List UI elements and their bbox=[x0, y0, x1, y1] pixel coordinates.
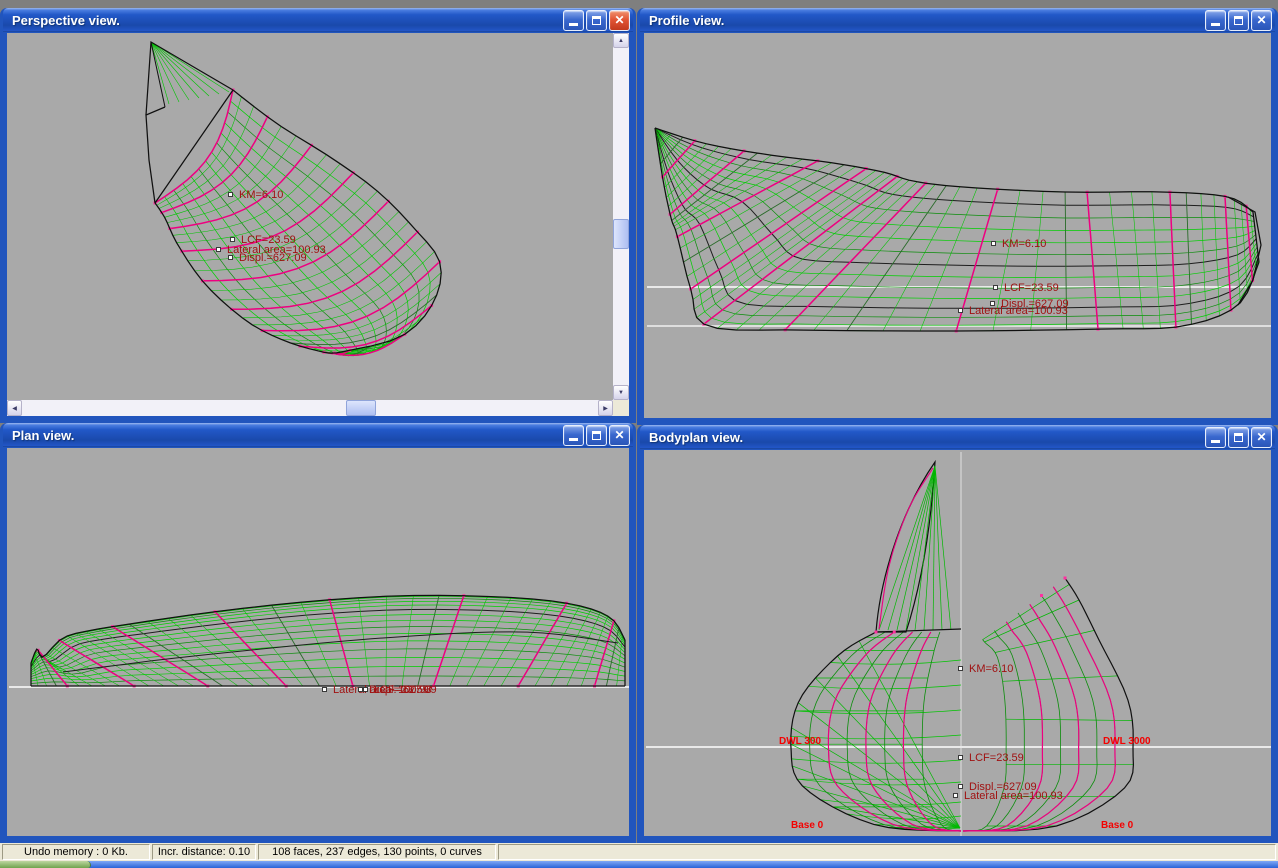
grid-label: Base 0 bbox=[791, 820, 823, 831]
annotation-label: Displ.=627.09 bbox=[239, 252, 307, 264]
annotation-label: LCF=23.59 bbox=[969, 752, 1024, 764]
vertical-scrollbar[interactable]: ▲ ▼ bbox=[613, 33, 629, 400]
annotation-label: KM=6.10 bbox=[1002, 238, 1046, 250]
profile-hull-drawing bbox=[644, 33, 1271, 418]
maximize-button[interactable] bbox=[1228, 427, 1249, 448]
window-title: Profile view. bbox=[649, 13, 1203, 28]
minimize-icon bbox=[1211, 23, 1220, 26]
close-button[interactable]: ✕ bbox=[609, 425, 630, 446]
maximize-icon bbox=[1234, 433, 1243, 442]
annotation-marker bbox=[322, 687, 327, 692]
annotation-label: LCF=23.59 bbox=[1004, 282, 1059, 294]
grid-label: DWL 3000 bbox=[1103, 736, 1151, 747]
status-model-stats: 108 faces, 237 edges, 130 points, 0 curv… bbox=[258, 844, 496, 860]
annotation-marker bbox=[958, 755, 963, 760]
minimize-icon bbox=[569, 23, 578, 26]
status-bar: Undo memory : 0 Kb. Incr. distance: 0.10… bbox=[0, 843, 1278, 861]
grid-label: DWL 300 bbox=[779, 736, 821, 747]
minimize-button[interactable] bbox=[563, 10, 584, 31]
window-bodyplan-view: Bodyplan view. ✕ KM=6.10LCF=23.59Displ.=… bbox=[637, 425, 1278, 843]
status-incr-distance: Incr. distance: 0.10 bbox=[152, 844, 256, 860]
annotation-marker bbox=[958, 308, 963, 313]
maximize-icon bbox=[592, 431, 601, 440]
close-button[interactable]: ✕ bbox=[1251, 10, 1272, 31]
maximize-icon bbox=[592, 16, 601, 25]
minimize-button[interactable] bbox=[563, 425, 584, 446]
window-plan-view: Plan view. ✕ Lateral area=100.93Displ.=6… bbox=[0, 423, 636, 843]
titlebar-bodyplan[interactable]: Bodyplan view. ✕ bbox=[640, 425, 1275, 449]
annotation-marker bbox=[958, 666, 963, 671]
window-title: Plan view. bbox=[12, 428, 561, 443]
titlebar-profile[interactable]: Profile view. ✕ bbox=[640, 8, 1275, 32]
titlebar-perspective[interactable]: Perspective view. ✕ bbox=[3, 8, 633, 32]
annotation-label: Lateral area=100.93 bbox=[969, 305, 1068, 317]
profile-canvas[interactable]: KM=6.10LCF=23.59Displ.=627.09Lateral are… bbox=[644, 33, 1271, 418]
start-button-fragment[interactable] bbox=[0, 861, 91, 868]
window-title: Perspective view. bbox=[12, 13, 561, 28]
perspective-canvas[interactable]: KM=6.10LCF=23.59Lateral area=100.93Displ… bbox=[7, 33, 613, 400]
bodyplan-hull-drawing bbox=[644, 450, 1271, 836]
window-title: Bodyplan view. bbox=[649, 430, 1203, 445]
perspective-hull-drawing bbox=[7, 33, 613, 400]
maximize-button[interactable] bbox=[586, 10, 607, 31]
grid-label: Base 0 bbox=[1101, 820, 1133, 831]
window-perspective-view: Perspective view. ✕ KM=6.10LCF=23.59Late… bbox=[0, 8, 636, 423]
annotation-label: KM=6.10 bbox=[969, 663, 1013, 675]
vertical-scroll-thumb[interactable] bbox=[613, 219, 629, 249]
annotation-marker bbox=[228, 192, 233, 197]
minimize-icon bbox=[1211, 440, 1220, 443]
plan-hull-drawing bbox=[7, 448, 629, 836]
plan-canvas[interactable]: Lateral area=100.93Displ.=627.09LCF=23.5… bbox=[7, 448, 629, 836]
maximize-button[interactable] bbox=[586, 425, 607, 446]
annotation-marker bbox=[993, 285, 998, 290]
bodyplan-canvas[interactable]: KM=6.10LCF=23.59Displ.=627.09Lateral are… bbox=[644, 450, 1271, 836]
status-undo-memory: Undo memory : 0 Kb. bbox=[2, 844, 150, 860]
scroll-down-button[interactable]: ▼ bbox=[613, 385, 629, 400]
annotation-label: Lateral area=100.93 bbox=[964, 790, 1063, 802]
maximize-icon bbox=[1234, 16, 1243, 25]
annotation-marker bbox=[953, 793, 958, 798]
annotation-marker bbox=[216, 247, 221, 252]
close-icon: ✕ bbox=[1256, 14, 1266, 26]
scroll-left-button[interactable]: ◀ bbox=[7, 400, 22, 416]
window-profile-view: Profile view. ✕ KM=6.10LCF=23.59Displ.=6… bbox=[637, 8, 1278, 425]
titlebar-plan[interactable]: Plan view. ✕ bbox=[3, 423, 633, 447]
scrollbar-corner bbox=[613, 400, 629, 416]
minimize-icon bbox=[569, 438, 578, 441]
close-button[interactable]: ✕ bbox=[609, 10, 630, 31]
annotation-marker bbox=[230, 237, 235, 242]
close-icon: ✕ bbox=[614, 429, 624, 441]
annotation-marker bbox=[228, 255, 233, 260]
scroll-up-button[interactable]: ▲ bbox=[613, 33, 629, 48]
horizontal-scroll-thumb[interactable] bbox=[346, 400, 376, 416]
taskbar-edge bbox=[0, 861, 1278, 868]
minimize-button[interactable] bbox=[1205, 427, 1226, 448]
app-root: { "windows": { "perspective": { "title":… bbox=[0, 0, 1278, 868]
maximize-button[interactable] bbox=[1228, 10, 1249, 31]
annotation-marker bbox=[958, 784, 963, 789]
close-button[interactable]: ✕ bbox=[1251, 427, 1272, 448]
horizontal-scrollbar[interactable]: ◀ ▶ bbox=[7, 400, 613, 416]
annotation-label: KM=6.10 bbox=[239, 189, 283, 201]
scroll-right-button[interactable]: ▶ bbox=[598, 400, 613, 416]
annotation-label: LCF=23.59 bbox=[374, 684, 429, 696]
status-empty-panel bbox=[498, 844, 1276, 860]
minimize-button[interactable] bbox=[1205, 10, 1226, 31]
annotation-marker bbox=[991, 241, 996, 246]
close-icon: ✕ bbox=[614, 14, 624, 26]
close-icon: ✕ bbox=[1256, 431, 1266, 443]
annotation-marker bbox=[363, 687, 368, 692]
